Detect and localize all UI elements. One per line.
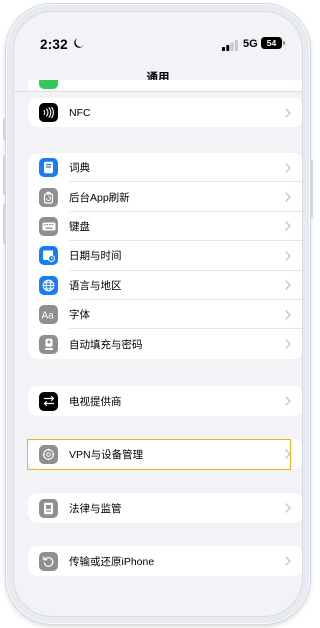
row-label: NFC: [69, 106, 91, 119]
legal-icon: [39, 498, 58, 518]
row-label: 字体: [69, 309, 90, 322]
side-button-volume-down: [3, 204, 6, 244]
settings-group-legal: 法律与监管: [28, 493, 302, 523]
row-date-time[interactable]: 日期与时间: [28, 241, 302, 271]
chevron-right-icon: [285, 503, 291, 513]
nfc-icon: [39, 103, 58, 123]
scrolled-group-remnant: [28, 80, 302, 91]
keyboard-icon: [39, 216, 58, 236]
battery-level: 54: [261, 37, 282, 49]
row-autofill-passwords[interactable]: 自动填充与密码: [28, 329, 302, 358]
side-button-power: [310, 160, 313, 218]
fonts-icon: Aa: [39, 305, 58, 325]
row-label: 日期与时间: [69, 250, 122, 263]
dictionary-icon: [39, 158, 58, 178]
chevron-right-icon: [285, 339, 291, 349]
selection-highlight: [27, 439, 291, 470]
chevron-right-icon: [285, 192, 291, 202]
chevron-right-icon: [285, 108, 291, 118]
row-label: 词典: [69, 162, 90, 175]
battery-icon: 54: [261, 37, 285, 49]
partial-row-icon: [39, 80, 58, 89]
row-label: 自动填充与密码: [69, 338, 143, 351]
row-legal-regulatory[interactable]: 法律与监管: [28, 493, 302, 523]
nav-divider: [14, 91, 302, 92]
chevron-right-icon: [285, 163, 291, 173]
row-label: 语言与地区: [69, 279, 122, 292]
side-button-action: [3, 118, 6, 140]
row-transfer-reset-iphone[interactable]: 传输或还原iPhone: [28, 546, 302, 576]
status-bar: 2:32 5G 54: [14, 12, 302, 64]
row-fonts[interactable]: Aa 字体: [28, 300, 302, 330]
chevron-right-icon: [285, 396, 291, 406]
settings-group-input: 词典 后台App刷新 键盘 日期与时间 语言与地区 Aa 字体 自动填充与密码: [28, 153, 302, 359]
chevron-right-icon: [285, 280, 291, 290]
settings-group-tv: 电视提供商: [28, 386, 302, 416]
row-dictionary[interactable]: 词典: [28, 153, 302, 183]
background-refresh-icon: [39, 187, 58, 207]
transfer-reset-icon: [39, 551, 58, 571]
row-label: 键盘: [69, 220, 90, 233]
network-type: 5G: [243, 38, 258, 50]
chevron-right-icon: [285, 251, 291, 261]
row-label: 法律与监管: [69, 502, 122, 515]
row-label: 电视提供商: [69, 395, 122, 408]
tv-provider-icon: [39, 391, 58, 411]
row-keyboard[interactable]: 键盘: [28, 212, 302, 242]
globe-icon: [39, 275, 58, 295]
row-label: 后台App刷新: [69, 191, 130, 204]
row-tv-provider[interactable]: 电视提供商: [28, 386, 302, 416]
cellular-signal-icon: [222, 40, 238, 51]
focus-moon-icon: [74, 38, 84, 48]
status-time: 2:32: [40, 37, 68, 52]
chevron-right-icon: [285, 556, 291, 566]
date-time-icon: [39, 246, 58, 266]
row-label: 传输或还原iPhone: [69, 555, 155, 568]
settings-group-nfc: NFC: [28, 98, 302, 128]
row-nfc[interactable]: NFC: [28, 98, 302, 127]
settings-group-transfer: 传输或还原iPhone: [28, 546, 302, 576]
screen: 2:32 5G 54 通用 NFC 词典 后台App刷新 键盘 日期与时间 语言…: [14, 12, 302, 616]
row-language-region[interactable]: 语言与地区: [28, 271, 302, 300]
chevron-right-icon: [285, 221, 291, 232]
side-button-volume-up: [3, 155, 6, 195]
row-background-refresh[interactable]: 后台App刷新: [28, 182, 302, 212]
autofill-password-icon: [39, 334, 58, 354]
chevron-right-icon: [285, 309, 291, 320]
svg-text:Aa: Aa: [42, 311, 55, 321]
